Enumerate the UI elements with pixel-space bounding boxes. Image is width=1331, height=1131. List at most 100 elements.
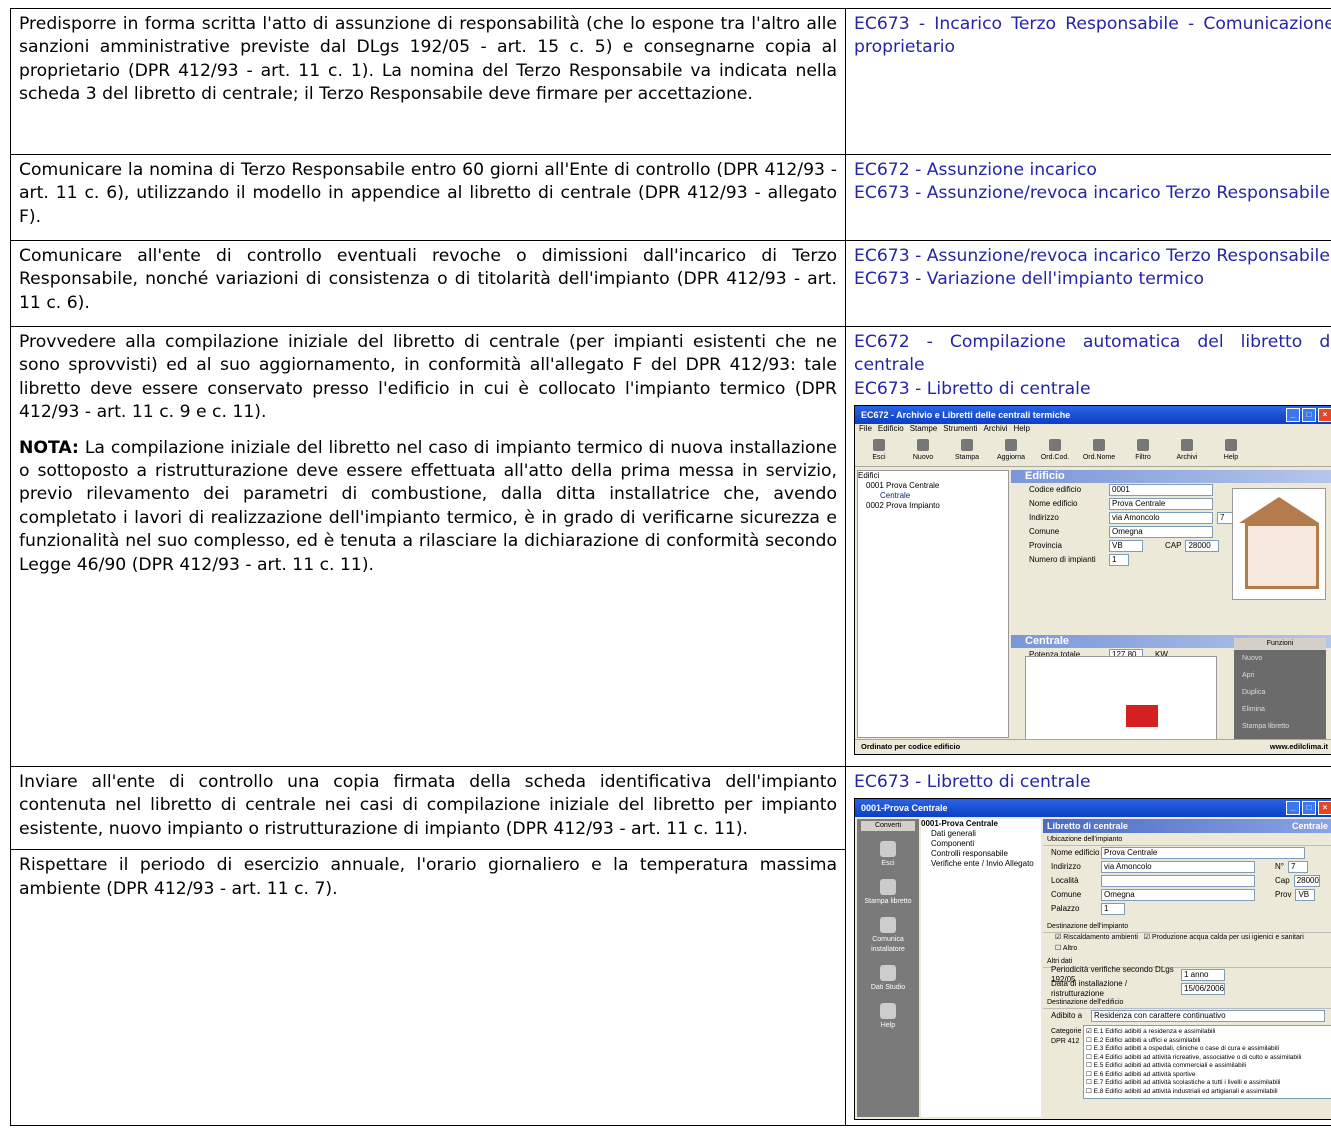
category-item[interactable]: ☐ E.3 Edifici adibiti a ospedali, clinic… — [1086, 1045, 1329, 1054]
close-icon[interactable]: × — [1318, 408, 1331, 423]
table-row: Provvedere alla compilazione iniziale de… — [10, 326, 1331, 767]
minimize-icon[interactable]: _ — [1286, 801, 1300, 816]
tree-item[interactable]: 0002 Prova Impianto — [858, 501, 1008, 511]
tree-item[interactable]: Verifiche ente / Invio Allegato — [921, 859, 1041, 869]
building-illustration — [1232, 488, 1326, 601]
reference-link[interactable]: EC673 - Incarico Terzo Responsabile - Co… — [854, 13, 1331, 60]
menu-item[interactable]: Strumenti — [943, 424, 977, 433]
field-value[interactable]: VB — [1109, 540, 1143, 553]
maximize-icon[interactable]: □ — [1302, 408, 1316, 423]
note-label: NOTA: — [19, 437, 79, 458]
toolbar-button[interactable]: Ord.Nome — [1081, 436, 1117, 466]
tree-item[interactable]: Centrale — [858, 491, 1008, 501]
side-button[interactable]: Dati Studio — [857, 965, 919, 993]
requirement-cell: Predisporre in forma scritta l'atto di a… — [10, 8, 846, 155]
table-row: Inviare all'ente di controllo una copia … — [10, 765, 1331, 1127]
requirement-cell: Rispettare il periodo di esercizio annua… — [10, 849, 846, 1127]
side-button[interactable]: Comunica installatore — [857, 917, 919, 955]
field-value[interactable]: Omegna — [1101, 889, 1255, 902]
reference-cell: EC673 - Libretto di centrale 0001-Prova … — [845, 765, 1331, 1127]
function-item[interactable]: Duplica — [1234, 684, 1326, 701]
table-row: Predisporre in forma scritta l'atto di a… — [10, 8, 1331, 155]
reference-link[interactable]: EC673 - Libretto di centrale — [854, 771, 1331, 794]
maximize-icon[interactable]: □ — [1302, 801, 1316, 816]
reference-cell: EC672 - Compilazione automatica del libr… — [845, 326, 1331, 767]
side-button[interactable]: Help — [857, 1003, 919, 1031]
field-value[interactable]: 7 — [1287, 861, 1308, 874]
requirement-text: Comunicare la nomina di Terzo Responsabi… — [19, 160, 837, 227]
field-value[interactable]: VB — [1295, 889, 1316, 902]
field-value[interactable]: 15/06/2006 — [1181, 983, 1226, 996]
field-value[interactable]: Omegna — [1109, 526, 1213, 539]
menu-item[interactable]: Edificio — [878, 424, 904, 433]
field-value[interactable]: 1 anno — [1181, 969, 1225, 982]
section-header: Edificio — [1011, 470, 1331, 484]
tree-item[interactable]: Controlli responsabile — [921, 849, 1041, 859]
field-value[interactable]: via Amoncolo — [1101, 861, 1255, 874]
menu-item[interactable]: File — [859, 424, 872, 433]
tree-item[interactable]: Dati generali — [921, 829, 1041, 839]
side-toolbar: Converti Esci Stampa libretto Comunica i… — [857, 819, 919, 1118]
toolbar-button[interactable]: Ord.Cod. — [1037, 436, 1073, 466]
field-value[interactable]: Residenza con carattere continuativo — [1091, 1010, 1325, 1023]
boiler-illustration — [1025, 656, 1217, 749]
field-value[interactable]: Prova Centrale — [1109, 498, 1213, 511]
reference-link[interactable]: EC673 - Libretto di centrale — [854, 378, 1331, 401]
function-item[interactable]: Nuovo — [1234, 650, 1326, 667]
table-row: Comunicare la nomina di Terzo Responsabi… — [10, 154, 1331, 241]
field-value[interactable]: 28000 — [1185, 540, 1220, 553]
category-item[interactable]: ☐ E.5 Edifici adibiti ad attività commer… — [1086, 1062, 1329, 1071]
field-value[interactable]: 0001 — [1109, 484, 1213, 497]
function-item[interactable]: Stampa libretto — [1234, 718, 1326, 735]
reference-link[interactable]: EC673 - Assunzione/revoca incarico Terzo… — [854, 182, 1331, 205]
field-value[interactable]: 1 — [1101, 903, 1125, 916]
toolbar-button[interactable]: Stampa — [949, 436, 985, 466]
category-item[interactable]: ☐ E.7 Edifici adibiti ad attività scolas… — [1086, 1079, 1329, 1088]
reference-link[interactable]: EC672 - Compilazione automatica del libr… — [854, 331, 1331, 378]
field-value[interactable]: 28000 — [1293, 875, 1320, 888]
requirement-cell: Comunicare all'ente di controllo eventua… — [10, 240, 846, 327]
tree-item[interactable]: 0001 Prova Centrale — [858, 481, 1008, 491]
category-item[interactable]: ☑ E.1 Edifici adibiti a residenza e assi… — [1086, 1028, 1329, 1037]
tree-item[interactable]: 0001-Prova Centrale — [921, 819, 1041, 829]
side-button[interactable]: Esci — [857, 841, 919, 869]
field-value[interactable]: Prova Centrale — [1101, 847, 1305, 860]
toolbar-button[interactable]: Aggiorna — [993, 436, 1029, 466]
reference-link[interactable]: EC672 - Assunzione incarico — [854, 159, 1331, 182]
menu-bar: File Edificio Stampe Strumenti Archivi Help — [855, 424, 1331, 437]
field-label: Codice edificio — [1029, 485, 1082, 495]
requirement-text: Rispettare il periodo di esercizio annua… — [19, 855, 837, 899]
convert-button[interactable]: Converti — [861, 821, 915, 832]
toolbar-button[interactable]: Nuovo — [905, 436, 941, 466]
toolbar-button[interactable]: Esci — [861, 436, 897, 466]
category-list: ☑ E.1 Edifici adibiti a residenza e assi… — [1083, 1025, 1331, 1100]
toolbar-button[interactable]: Archivi — [1169, 436, 1205, 466]
tree-item[interactable]: Edifici — [858, 471, 1008, 481]
field-value[interactable]: 1 — [1109, 554, 1129, 567]
checkbox-row[interactable]: ☐ Altro — [1043, 944, 1331, 955]
close-icon[interactable]: × — [1318, 801, 1331, 816]
toolbar-button[interactable]: Filtro — [1125, 436, 1161, 466]
category-item[interactable]: ☐ E.8 Edifici adibiti ad attività indust… — [1086, 1088, 1329, 1097]
function-item[interactable]: Apri — [1234, 667, 1326, 684]
minimize-icon[interactable]: _ — [1286, 408, 1300, 423]
tree-item[interactable]: Componenti — [921, 839, 1041, 849]
requirement-cell: Comunicare la nomina di Terzo Responsabi… — [10, 154, 846, 241]
side-button[interactable]: Stampa libretto — [857, 879, 919, 907]
requirement-text: Provvedere alla compilazione iniziale de… — [19, 332, 837, 423]
window-titlebar: EC672 - Archivio e Libretti delle centra… — [855, 406, 1331, 425]
reference-link[interactable]: EC673 - Variazione dell'impianto termico — [854, 268, 1331, 291]
checkbox-row[interactable]: ☑ Riscaldamento ambienti ☑ Produzione ac… — [1043, 933, 1331, 944]
field-value[interactable]: via Amoncolo — [1109, 512, 1213, 525]
toolbar-button[interactable]: Help — [1213, 436, 1249, 466]
menu-item[interactable]: Help — [1014, 424, 1030, 433]
menu-item[interactable]: Archivi — [984, 424, 1008, 433]
booklet-window-screenshot: 0001-Prova Centrale _ □ × Converti Esci St… — [854, 798, 1331, 1121]
group-label: Ubicazione dell'impianto — [1043, 835, 1331, 847]
function-item[interactable]: Elimina — [1234, 701, 1326, 718]
field-label: Categorie DPR 412 — [1051, 1028, 1082, 1046]
field-value[interactable] — [1101, 875, 1255, 888]
field-label: Nome edificio — [1029, 499, 1078, 509]
reference-link[interactable]: EC673 - Assunzione/revoca incarico Terzo… — [854, 245, 1331, 268]
menu-item[interactable]: Stampe — [910, 424, 938, 433]
